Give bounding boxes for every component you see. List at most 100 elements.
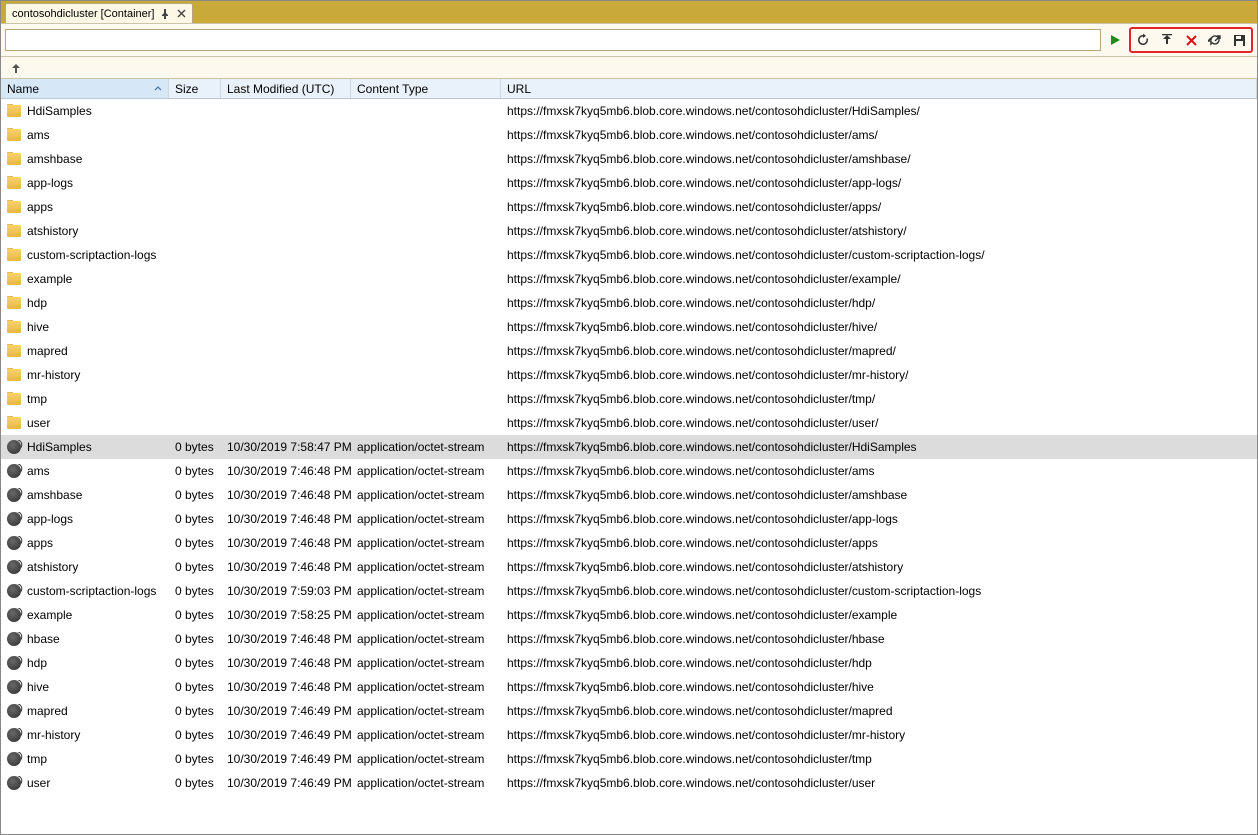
- table-row[interactable]: ams0 bytes10/30/2019 7:46:48 PMapplicati…: [1, 459, 1257, 483]
- cell-size: 0 bytes: [169, 488, 221, 502]
- table-row[interactable]: HdiSampleshttps://fmxsk7kyq5mb6.blob.cor…: [1, 99, 1257, 123]
- refresh-button[interactable]: [1133, 30, 1153, 50]
- table-row[interactable]: hdp0 bytes10/30/2019 7:46:48 PMapplicati…: [1, 651, 1257, 675]
- cell-size: 0 bytes: [169, 680, 221, 694]
- table-row[interactable]: hbase0 bytes10/30/2019 7:46:48 PMapplica…: [1, 627, 1257, 651]
- cell-url: https://fmxsk7kyq5mb6.blob.core.windows.…: [501, 344, 1257, 358]
- row-size-label: 0 bytes: [175, 464, 214, 478]
- table-row[interactable]: amshbase0 bytes10/30/2019 7:46:48 PMappl…: [1, 483, 1257, 507]
- table-row[interactable]: mr-historyhttps://fmxsk7kyq5mb6.blob.cor…: [1, 363, 1257, 387]
- cell-modified: 10/30/2019 7:58:25 PM: [221, 608, 351, 622]
- table-row[interactable]: hdphttps://fmxsk7kyq5mb6.blob.core.windo…: [1, 291, 1257, 315]
- column-header-type[interactable]: Content Type: [351, 79, 501, 98]
- column-header-url[interactable]: URL: [501, 79, 1257, 98]
- table-row[interactable]: hivehttps://fmxsk7kyq5mb6.blob.core.wind…: [1, 315, 1257, 339]
- table-row[interactable]: HdiSamples0 bytes10/30/2019 7:58:47 PMap…: [1, 435, 1257, 459]
- cell-url: https://fmxsk7kyq5mb6.blob.core.windows.…: [501, 440, 1257, 454]
- row-size-label: 0 bytes: [175, 488, 214, 502]
- table-row[interactable]: custom-scriptaction-logshttps://fmxsk7ky…: [1, 243, 1257, 267]
- row-url-label: https://fmxsk7kyq5mb6.blob.core.windows.…: [507, 344, 896, 358]
- row-modified-label: 10/30/2019 7:46:48 PM: [227, 560, 351, 574]
- row-size-label: 0 bytes: [175, 512, 214, 526]
- table-row[interactable]: tmp https://fmxsk7kyq5mb6.blob.core.windo…: [1, 387, 1257, 411]
- table-row[interactable]: user0 bytes10/30/2019 7:46:49 PMapplicat…: [1, 771, 1257, 795]
- row-type-label: application/octet-stream: [357, 584, 484, 598]
- table-row[interactable]: app-logshttps://fmxsk7kyq5mb6.blob.core.…: [1, 171, 1257, 195]
- row-size-label: 0 bytes: [175, 752, 214, 766]
- cell-size: 0 bytes: [169, 560, 221, 574]
- table-row[interactable]: custom-scriptaction-logs0 bytes10/30/201…: [1, 579, 1257, 603]
- cell-size: 0 bytes: [169, 584, 221, 598]
- cell-name: amshbase: [1, 152, 169, 166]
- blob-icon: [7, 584, 21, 598]
- cell-url: https://fmxsk7kyq5mb6.blob.core.windows.…: [501, 320, 1257, 334]
- table-row[interactable]: example0 bytes10/30/2019 7:58:25 PMappli…: [1, 603, 1257, 627]
- row-type-label: application/octet-stream: [357, 560, 484, 574]
- column-header-name[interactable]: Name: [1, 79, 169, 98]
- table-row[interactable]: examplehttps://fmxsk7kyq5mb6.blob.core.w…: [1, 267, 1257, 291]
- row-url-label: https://fmxsk7kyq5mb6.blob.core.windows.…: [507, 488, 907, 502]
- cell-url: https://fmxsk7kyq5mb6.blob.core.windows.…: [501, 152, 1257, 166]
- cell-type: application/octet-stream: [351, 752, 501, 766]
- row-size-label: 0 bytes: [175, 632, 214, 646]
- close-icon[interactable]: [176, 9, 186, 19]
- cell-name: tmp: [1, 392, 169, 406]
- row-name-label: example: [27, 272, 72, 286]
- column-header-modified[interactable]: Last Modified (UTC): [221, 79, 351, 98]
- cell-name: hive: [1, 680, 169, 694]
- pin-icon[interactable]: [160, 9, 170, 19]
- container-explorer-window: contosohdicluster [Container]: [0, 0, 1258, 835]
- cell-modified: 10/30/2019 7:58:47 PM: [221, 440, 351, 454]
- cell-url: https://fmxsk7kyq5mb6.blob.core.windows.…: [501, 776, 1257, 790]
- save-as-button[interactable]: [1229, 30, 1249, 50]
- row-type-label: application/octet-stream: [357, 536, 484, 550]
- cell-modified: 10/30/2019 7:46:49 PM: [221, 752, 351, 766]
- document-tab-active[interactable]: contosohdicluster [Container]: [5, 3, 193, 23]
- cell-name: mapred: [1, 704, 169, 718]
- blob-icon: [7, 440, 21, 454]
- table-row[interactable]: userhttps://fmxsk7kyq5mb6.blob.core.wind…: [1, 411, 1257, 435]
- row-type-label: application/octet-stream: [357, 752, 484, 766]
- nav-up-row: [1, 57, 1257, 79]
- row-url-label: https://fmxsk7kyq5mb6.blob.core.windows.…: [507, 512, 898, 526]
- row-size-label: 0 bytes: [175, 440, 214, 454]
- row-size-label: 0 bytes: [175, 536, 214, 550]
- row-url-label: https://fmxsk7kyq5mb6.blob.core.windows.…: [507, 416, 879, 430]
- table-row[interactable]: hive0 bytes10/30/2019 7:46:48 PMapplicat…: [1, 675, 1257, 699]
- open-button[interactable]: [1205, 30, 1225, 50]
- cell-modified: 10/30/2019 7:46:49 PM: [221, 704, 351, 718]
- blob-icon: [7, 704, 21, 718]
- up-one-level-button[interactable]: [9, 61, 23, 75]
- table-row[interactable]: mr-history0 bytes10/30/2019 7:46:49 PMap…: [1, 723, 1257, 747]
- table-row[interactable]: app-logs0 bytes10/30/2019 7:46:48 PMappl…: [1, 507, 1257, 531]
- blob-icon: [7, 776, 21, 790]
- column-header-size[interactable]: Size: [169, 79, 221, 98]
- blob-icon: [7, 656, 21, 670]
- cell-url: https://fmxsk7kyq5mb6.blob.core.windows.…: [501, 392, 1257, 406]
- cell-url: https://fmxsk7kyq5mb6.blob.core.windows.…: [501, 128, 1257, 142]
- blob-icon: [7, 752, 21, 766]
- go-button[interactable]: [1105, 30, 1125, 50]
- table-row[interactable]: mapred0 bytes10/30/2019 7:46:49 PMapplic…: [1, 699, 1257, 723]
- upload-button[interactable]: [1157, 30, 1177, 50]
- content-area[interactable]: Name Size Last Modified (UTC) Content Ty…: [1, 79, 1257, 834]
- tab-title: contosohdicluster [Container]: [12, 8, 154, 20]
- address-input[interactable]: [5, 29, 1101, 51]
- row-name-label: apps: [27, 536, 53, 550]
- table-row[interactable]: amshttps://fmxsk7kyq5mb6.blob.core.windo…: [1, 123, 1257, 147]
- column-header-row: Name Size Last Modified (UTC) Content Ty…: [1, 79, 1257, 99]
- row-size-label: 0 bytes: [175, 656, 214, 670]
- table-row[interactable]: mapredhttps://fmxsk7kyq5mb6.blob.core.wi…: [1, 339, 1257, 363]
- row-name-label: hbase: [27, 632, 60, 646]
- row-modified-label: 10/30/2019 7:46:48 PM: [227, 488, 351, 502]
- row-modified-label: 10/30/2019 7:46:48 PM: [227, 512, 351, 526]
- table-row[interactable]: atshistory0 bytes10/30/2019 7:46:48 PMap…: [1, 555, 1257, 579]
- table-row[interactable]: tmp0 bytes10/30/2019 7:46:49 PMapplicati…: [1, 747, 1257, 771]
- table-row[interactable]: apps0 bytes10/30/2019 7:46:48 PMapplicat…: [1, 531, 1257, 555]
- cell-url: https://fmxsk7kyq5mb6.blob.core.windows.…: [501, 200, 1257, 214]
- table-row[interactable]: amshbase https://fmxsk7kyq5mb6.blob.core.…: [1, 147, 1257, 171]
- cell-modified: 10/30/2019 7:46:48 PM: [221, 464, 351, 478]
- delete-button[interactable]: [1181, 30, 1201, 50]
- table-row[interactable]: appshttps://fmxsk7kyq5mb6.blob.core.wind…: [1, 195, 1257, 219]
- table-row[interactable]: atshistoryhttps://fmxsk7kyq5mb6.blob.cor…: [1, 219, 1257, 243]
